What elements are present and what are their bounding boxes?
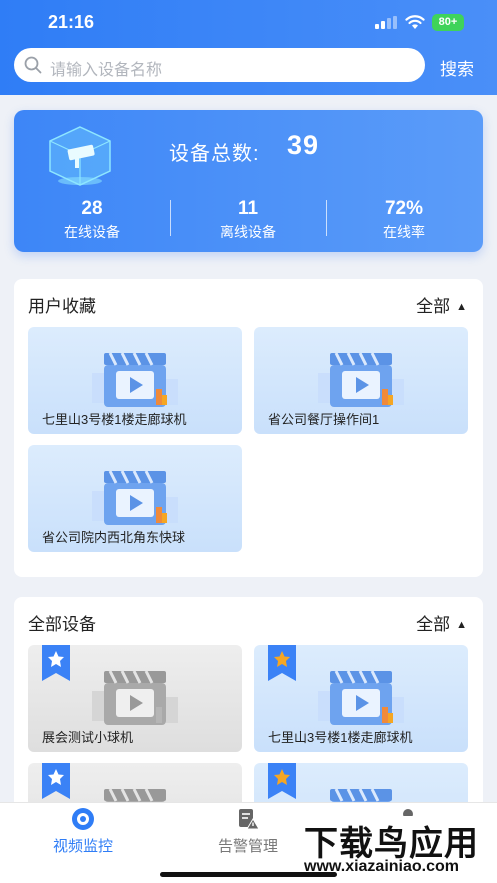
- chevron-updown-icon: ▲︎: [456, 619, 467, 631]
- favorites-filter-label: 全部: [416, 297, 451, 316]
- nav-label: 视频监控: [52, 838, 113, 855]
- stat-divider: [170, 200, 171, 236]
- device-tile-offline[interactable]: 展会测试小球机: [28, 645, 242, 752]
- device-name: 展会测试小球机: [42, 730, 134, 745]
- search-icon: [24, 56, 42, 74]
- favorites-filter-dropdown[interactable]: 全部 ▲︎: [416, 292, 467, 317]
- favorite-device-tile[interactable]: 省公司院内西北角东快球: [28, 445, 242, 552]
- star-bookmark-icon[interactable]: [268, 763, 296, 799]
- star-bookmark-icon[interactable]: [268, 645, 296, 681]
- video-clapper-icon: [316, 339, 408, 417]
- home-indicator: [160, 872, 337, 877]
- status-time: 21:16: [48, 12, 95, 32]
- total-devices-value: 39: [287, 130, 320, 160]
- favorite-device-tile[interactable]: 省公司餐厅操作间1: [254, 327, 468, 434]
- status-bar: 21:16 80+: [0, 0, 497, 44]
- cellular-signal-icon: [375, 16, 399, 29]
- online-rate-stat: 72% 在线率: [334, 198, 474, 242]
- favorites-title: 用户收藏: [28, 297, 96, 316]
- offline-devices-stat: 11 离线设备: [178, 198, 318, 242]
- stat-divider: [326, 200, 327, 236]
- device-name: 省公司院内西北角东快球: [42, 530, 186, 545]
- nav-label: 告警管理: [217, 838, 278, 855]
- favorites-section: 用户收藏 全部 ▲︎ 七里山3号楼1楼走廊球机 省公司餐厅操作间1 省公司院内西北…: [14, 279, 483, 577]
- favorite-device-tile[interactable]: 七里山3号楼1楼走廊球机: [28, 327, 242, 434]
- device-tile-online[interactable]: 七里山3号楼1楼走廊球机: [254, 645, 468, 752]
- online-devices-value: 28: [81, 198, 103, 219]
- all-devices-filter-dropdown[interactable]: 全部 ▲︎: [416, 610, 467, 635]
- alert-doc-icon: [239, 809, 260, 830]
- wifi-icon: [405, 15, 425, 29]
- star-bookmark-icon[interactable]: [42, 763, 70, 799]
- nav-video-monitoring[interactable]: 视频监控: [23, 807, 143, 856]
- search-input[interactable]: 请输入设备名称: [14, 48, 425, 82]
- online-rate-label: 在线率: [383, 224, 425, 240]
- offline-devices-value: 11: [237, 198, 259, 219]
- device-stats-card: 设备总数: 39 28 在线设备 11 离线设备 72% 在线率: [14, 110, 483, 252]
- all-devices-title: 全部设备: [28, 615, 96, 634]
- camera-eye-icon: [72, 808, 94, 830]
- video-clapper-icon: [90, 339, 182, 417]
- top-header: 21:16 80+ 请输入设备名称 搜索: [0, 0, 497, 95]
- nav-alarm-management[interactable]: 告警管理: [188, 807, 308, 856]
- device-name: 省公司餐厅操作间1: [268, 412, 380, 427]
- device-name: 七里山3号楼1楼走廊球机: [42, 412, 187, 427]
- video-clapper-icon: [90, 657, 182, 735]
- total-devices-label: 设备总数:: [169, 143, 260, 165]
- search-button[interactable]: 搜索: [440, 55, 474, 80]
- offline-devices-label: 离线设备: [220, 224, 276, 240]
- all-devices-section: 全部设备 全部 ▲︎ 展会测试小球机 七里山3号楼1楼走廊球机: [14, 597, 483, 870]
- camera-cube-icon: [49, 126, 111, 186]
- online-rate-value: 72%: [384, 198, 424, 219]
- battery-indicator: 80+: [432, 14, 464, 31]
- online-devices-stat: 28 在线设备: [22, 198, 162, 242]
- star-bookmark-icon[interactable]: [42, 645, 70, 681]
- watermark-logo: 下载鸟应用 www.xiazainiao.com: [300, 816, 492, 880]
- all-devices-filter-label: 全部: [416, 615, 451, 634]
- chevron-updown-icon: ▲︎: [456, 301, 467, 313]
- device-name: 七里山3号楼1楼走廊球机: [268, 730, 413, 745]
- video-clapper-icon: [316, 657, 408, 735]
- online-devices-label: 在线设备: [64, 224, 120, 240]
- video-clapper-icon: [90, 457, 182, 535]
- search-placeholder: 请输入设备名称: [50, 62, 163, 79]
